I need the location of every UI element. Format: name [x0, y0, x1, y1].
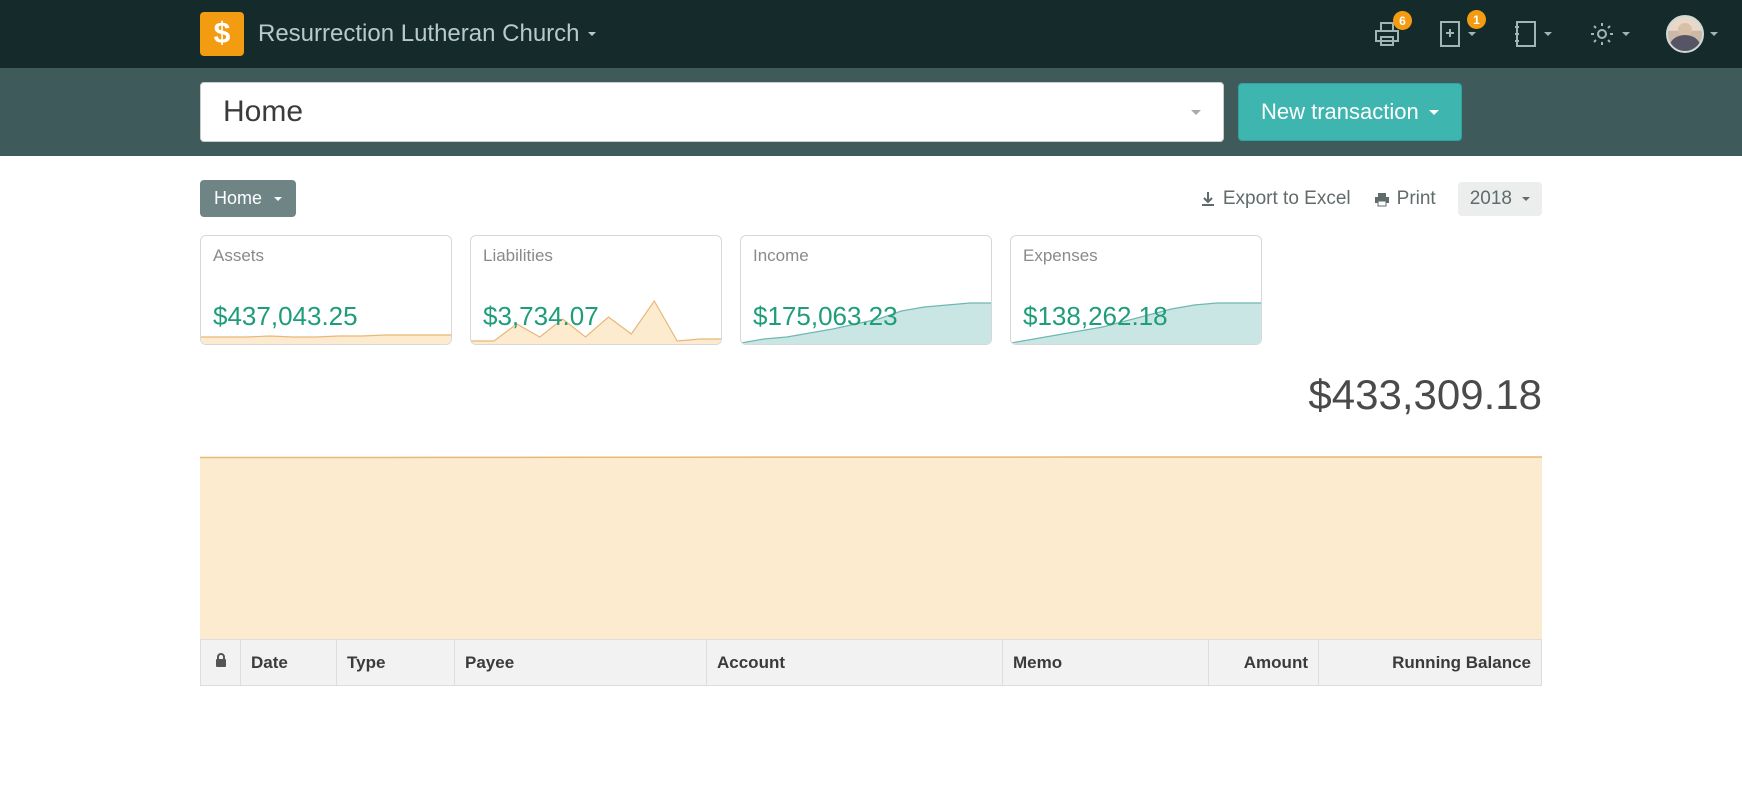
- new-transaction-label: New transaction: [1261, 99, 1419, 125]
- chevron-down-icon: [274, 197, 282, 201]
- card-label: Income: [753, 246, 979, 266]
- export-label: Export to Excel: [1223, 188, 1351, 210]
- chevron-down-icon: [1622, 32, 1630, 36]
- user-menu[interactable]: [1666, 15, 1718, 53]
- org-name-dropdown[interactable]: Resurrection Lutheran Church: [258, 20, 596, 48]
- notebook-icon: [1512, 20, 1538, 48]
- column-header-memo[interactable]: Memo: [1003, 640, 1209, 686]
- notebook-button[interactable]: [1512, 20, 1552, 48]
- column-header-payee[interactable]: Payee: [455, 640, 707, 686]
- printer-icon: [1373, 191, 1391, 207]
- balance-chart: [200, 429, 1542, 639]
- download-icon: [1199, 190, 1217, 208]
- page-selector[interactable]: Home: [200, 82, 1224, 142]
- card-value: $437,043.25: [213, 301, 358, 332]
- sub-nav: Home New transaction: [0, 68, 1742, 156]
- new-transaction-button[interactable]: New transaction: [1238, 83, 1462, 141]
- column-header-type[interactable]: Type: [337, 640, 455, 686]
- column-header-running-balance[interactable]: Running Balance: [1319, 640, 1542, 686]
- brand-logo-icon: $: [200, 12, 244, 56]
- org-name-label: Resurrection Lutheran Church: [258, 20, 580, 48]
- new-document-badge: 1: [1467, 10, 1486, 29]
- print-queue-badge: 6: [1393, 11, 1412, 30]
- chevron-down-icon: [1468, 32, 1476, 36]
- column-header-date[interactable]: Date: [241, 640, 337, 686]
- chevron-down-icon: [588, 32, 596, 36]
- summary-card-expenses[interactable]: Expenses $138,262.18: [1010, 235, 1262, 345]
- brand[interactable]: $ Resurrection Lutheran Church: [200, 12, 596, 56]
- top-nav: $ Resurrection Lutheran Church 6 1: [0, 0, 1742, 68]
- new-document-button[interactable]: 1: [1438, 20, 1476, 48]
- breadcrumb-label: Home: [214, 188, 262, 209]
- card-value: $175,063.23: [753, 301, 898, 332]
- card-label: Liabilities: [483, 246, 709, 266]
- page-selector-label: Home: [223, 95, 303, 129]
- table-header-row: Date Type Payee Account Memo Amount Runn…: [201, 640, 1542, 686]
- chevron-down-icon: [1191, 110, 1201, 115]
- summary-card-liabilities[interactable]: Liabilities $3,734.07: [470, 235, 722, 345]
- card-label: Assets: [213, 246, 439, 266]
- main-content: Home Export to Excel Print 2018: [0, 156, 1742, 686]
- grand-total: $433,309.18: [200, 371, 1542, 419]
- year-selector[interactable]: 2018: [1458, 182, 1542, 216]
- toolbar: Home Export to Excel Print 2018: [200, 180, 1542, 217]
- lock-icon: [214, 652, 228, 668]
- chevron-down-icon: [1522, 197, 1530, 201]
- column-header-amount[interactable]: Amount: [1209, 640, 1319, 686]
- transactions-table: Date Type Payee Account Memo Amount Runn…: [200, 639, 1542, 686]
- top-nav-actions: 6 1: [1372, 15, 1718, 53]
- print-label: Print: [1397, 188, 1436, 210]
- breadcrumb-chip[interactable]: Home: [200, 180, 296, 217]
- toolbar-right: Export to Excel Print 2018: [1199, 182, 1542, 216]
- gear-icon: [1588, 20, 1616, 48]
- export-excel-button[interactable]: Export to Excel: [1199, 188, 1351, 210]
- print-button[interactable]: Print: [1373, 188, 1436, 210]
- settings-button[interactable]: [1588, 20, 1630, 48]
- chevron-down-icon: [1429, 110, 1439, 115]
- print-queue-button[interactable]: 6: [1372, 21, 1402, 47]
- avatar: [1666, 15, 1704, 53]
- column-header-account[interactable]: Account: [707, 640, 1003, 686]
- chevron-down-icon: [1710, 32, 1718, 36]
- card-value: $138,262.18: [1023, 301, 1168, 332]
- column-header-lock[interactable]: [201, 640, 241, 686]
- summary-cards: Assets $437,043.25 Liabilities $3,734.07 Inc…: [200, 235, 1542, 345]
- chevron-down-icon: [1544, 32, 1552, 36]
- summary-card-assets[interactable]: Assets $437,043.25: [200, 235, 452, 345]
- card-value: $3,734.07: [483, 301, 599, 332]
- summary-card-income[interactable]: Income $175,063.23: [740, 235, 992, 345]
- card-label: Expenses: [1023, 246, 1249, 266]
- document-plus-icon: [1438, 20, 1462, 48]
- year-label: 2018: [1470, 188, 1512, 210]
